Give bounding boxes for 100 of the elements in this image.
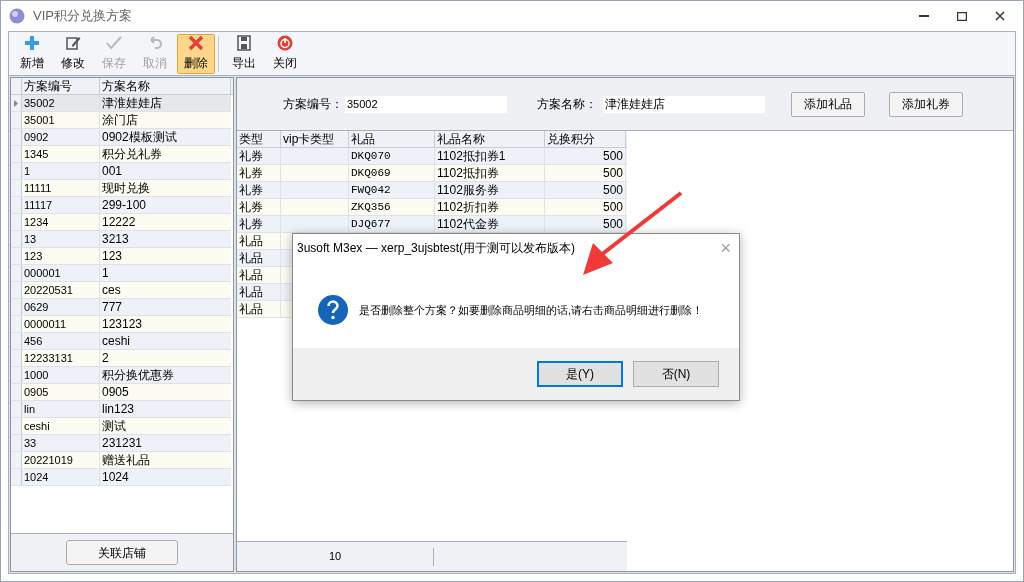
table-cell: 礼券 xyxy=(237,148,281,164)
table-cell: 35002 xyxy=(22,95,100,111)
table-row[interactable]: 20221019 赠送礼品 xyxy=(11,452,231,469)
table-cell-text: 涂门店 xyxy=(101,112,139,128)
table-row[interactable]: 456 ceshi xyxy=(11,333,231,350)
table-cell: 500 xyxy=(545,148,626,164)
table-cell: 1 xyxy=(22,163,100,179)
table-cell: 礼品 xyxy=(237,267,281,283)
table-row[interactable]: lin lin123 xyxy=(11,401,231,418)
table-cell: 礼券 xyxy=(237,165,281,181)
table-cell: lin xyxy=(22,401,100,417)
input-field[interactable]: 津淮娃娃店 xyxy=(603,95,765,113)
table-row[interactable]: 1345 积分兑礼券 xyxy=(11,146,231,163)
table-cell-text: ceshi xyxy=(101,333,131,349)
column-header: 类型 xyxy=(237,131,281,147)
table-cell: 20221019 xyxy=(22,452,100,468)
table-row[interactable]: 35001 涂门店 xyxy=(11,112,231,129)
table-cell-text: ces xyxy=(101,282,122,298)
table-cell-text: lin123 xyxy=(101,401,136,417)
input-field[interactable]: 35002 xyxy=(345,95,507,113)
dialog-button[interactable]: 否(N) xyxy=(633,361,719,387)
link-stores-button[interactable]: 关联店铺 xyxy=(66,540,178,565)
table-row[interactable]: 1000 积分换优惠券 xyxy=(11,367,231,384)
toolbar-button[interactable]: 修改 xyxy=(54,33,92,74)
table-cell: 13 xyxy=(22,231,100,247)
table-cell: DKQ070 xyxy=(349,148,435,164)
table-cell-text: 积分换优惠券 xyxy=(101,367,175,383)
table-cell: 123 xyxy=(22,248,100,264)
plus-icon xyxy=(24,35,40,51)
table-row[interactable]: 123 123 xyxy=(11,248,231,265)
table-row[interactable]: 1 001 xyxy=(11,163,231,180)
table-cell: FWQ042 xyxy=(349,182,435,198)
table-cell: 000001 xyxy=(22,265,100,281)
table-cell: 0629 xyxy=(22,299,100,315)
table-row[interactable]: 35002 津淮娃娃店 xyxy=(11,95,231,112)
table-cell: 礼品 xyxy=(237,301,281,317)
table-cell: 礼券 xyxy=(237,182,281,198)
field-label: 方案名称： xyxy=(537,96,598,113)
table-row[interactable]: 0902 0902模板测试 xyxy=(11,129,231,146)
table-row[interactable]: 33 231231 xyxy=(11,435,231,452)
table-cell: ZKQ356 xyxy=(349,199,435,215)
table-cell: 500 xyxy=(545,216,626,232)
table-cell: 500 xyxy=(545,165,626,181)
table-row[interactable]: 1234 12222 xyxy=(11,214,231,231)
table-cell: 1102折扣券 xyxy=(435,199,545,215)
table-cell-text: 777 xyxy=(101,299,124,315)
table-row[interactable]: 11111 现时兑换 xyxy=(11,180,231,197)
table-cell: ceshi xyxy=(22,418,100,434)
table-cell: 礼品 xyxy=(237,233,281,249)
row-pointer-icon xyxy=(14,99,18,107)
table-cell-text: 3213 xyxy=(101,231,130,247)
table-row[interactable]: 12233131 2 xyxy=(11,350,231,367)
table-cell: DJQ677 xyxy=(349,216,435,232)
edit-icon xyxy=(65,35,81,51)
checkmark-icon xyxy=(106,35,122,51)
toolbar-button[interactable]: 导出 xyxy=(225,33,263,74)
add-button[interactable]: 添加礼券 xyxy=(889,91,963,117)
table-cell-text: 001 xyxy=(101,163,124,179)
table-cell: 1102抵扣券1 xyxy=(435,148,545,164)
table-cell: 1024 xyxy=(22,469,100,485)
column-header: 方案名称 xyxy=(100,78,231,94)
column-header: vip卡类型 xyxy=(281,131,349,147)
table-cell: 35001 xyxy=(22,112,100,128)
add-button[interactable]: 添加礼品 xyxy=(791,91,865,117)
toolbar-button[interactable]: 关闭 xyxy=(266,33,304,74)
table-row[interactable]: 000001 1 xyxy=(11,265,231,282)
power-icon xyxy=(277,35,293,51)
table-cell: 0905 xyxy=(22,384,100,400)
dialog-button[interactable]: 是(Y) xyxy=(537,361,623,387)
table-cell-text: 12222 xyxy=(101,214,137,230)
table-cell: 礼券 xyxy=(237,199,281,215)
table-cell-text: 299-100 xyxy=(101,197,148,213)
table-cell: 12233131 xyxy=(22,350,100,366)
toolbar-button[interactable]: 新增 xyxy=(13,33,51,74)
table-row[interactable]: 0905 0905 xyxy=(11,384,231,401)
table-cell: 礼品 xyxy=(237,284,281,300)
table-cell: 11117 xyxy=(22,197,100,213)
toolbar-button[interactable]: 删除 xyxy=(177,33,215,74)
table-row[interactable]: 1024 1024 xyxy=(11,469,231,486)
table-cell: DKQ069 xyxy=(349,165,435,181)
table-row[interactable]: 11117 299-100 xyxy=(11,197,231,214)
window-title: VIP积分兑换方案 xyxy=(33,7,132,26)
table-row[interactable]: 0000011 123123 xyxy=(11,316,231,333)
table-cell-text: 2 xyxy=(101,350,110,366)
table-cell: 456 xyxy=(22,333,100,349)
table-cell-text: 1024 xyxy=(101,469,130,485)
table-cell-text: 积分兑礼券 xyxy=(101,146,163,162)
column-header: 方案编号 xyxy=(22,78,100,94)
column-header: 兑换积分 xyxy=(545,131,626,147)
table-row[interactable]: 20220531 ces xyxy=(11,282,231,299)
close-icon xyxy=(188,35,204,51)
table-cell: 1345 xyxy=(22,146,100,162)
row-count: 10 xyxy=(327,549,343,565)
table-row[interactable]: ceshi 测试 xyxy=(11,418,231,435)
table-row[interactable]: 0629 777 xyxy=(11,299,231,316)
table-row[interactable]: 13 3213 xyxy=(11,231,231,248)
table-cell: 20220531 xyxy=(22,282,100,298)
table-cell-text: 0905 xyxy=(101,384,130,400)
maximize-icon xyxy=(957,11,967,21)
table-cell-text: 现时兑换 xyxy=(101,180,151,196)
